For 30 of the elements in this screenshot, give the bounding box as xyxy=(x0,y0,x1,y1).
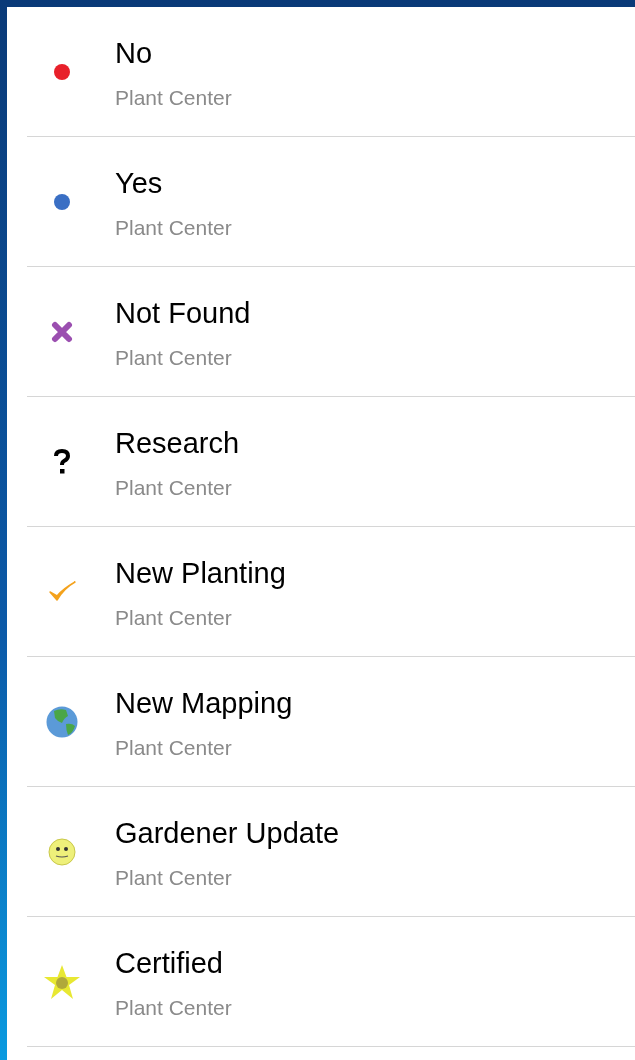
item-subtitle: Plant Center xyxy=(115,865,233,890)
item-subtitle: Plant Center xyxy=(115,735,233,760)
item-title: New Planting xyxy=(115,555,286,590)
list-item[interactable]: No Plant Center xyxy=(27,7,635,137)
list-item[interactable]: New Planting Plant Center xyxy=(27,527,635,657)
list-item[interactable]: Certified Plant Center xyxy=(27,917,635,1047)
item-title: No xyxy=(115,35,154,70)
question-mark-icon xyxy=(53,448,71,475)
cross-icon xyxy=(51,320,73,343)
item-title: Certified xyxy=(115,945,224,980)
item-title: New Mapping xyxy=(115,685,293,720)
item-title: Gardener Update xyxy=(115,815,340,850)
item-subtitle: Plant Center xyxy=(115,215,232,240)
globe-icon xyxy=(46,705,78,738)
item-title: Yes xyxy=(115,165,164,200)
list-item[interactable]: Yes Plant Center xyxy=(27,137,635,267)
check-icon xyxy=(48,579,76,604)
list-item[interactable]: Gardener Update Plant Center xyxy=(27,787,635,917)
item-subtitle: Plant Center xyxy=(115,605,233,630)
list-item[interactable]: New Mapping Plant Center xyxy=(27,657,635,787)
item-title: Not Found xyxy=(115,295,251,330)
star-icon xyxy=(43,963,81,1000)
item-subtitle: Plant Center xyxy=(115,475,233,500)
item-subtitle: Plant Center xyxy=(115,85,232,110)
item-subtitle: Plant Center xyxy=(115,995,232,1020)
list-item[interactable]: Not Found Plant Center xyxy=(27,267,635,397)
smiley-icon xyxy=(48,837,76,866)
item-title: Research xyxy=(115,425,240,460)
item-subtitle: Plant Center xyxy=(115,345,233,370)
list-item[interactable]: Research Plant Center xyxy=(27,397,635,527)
